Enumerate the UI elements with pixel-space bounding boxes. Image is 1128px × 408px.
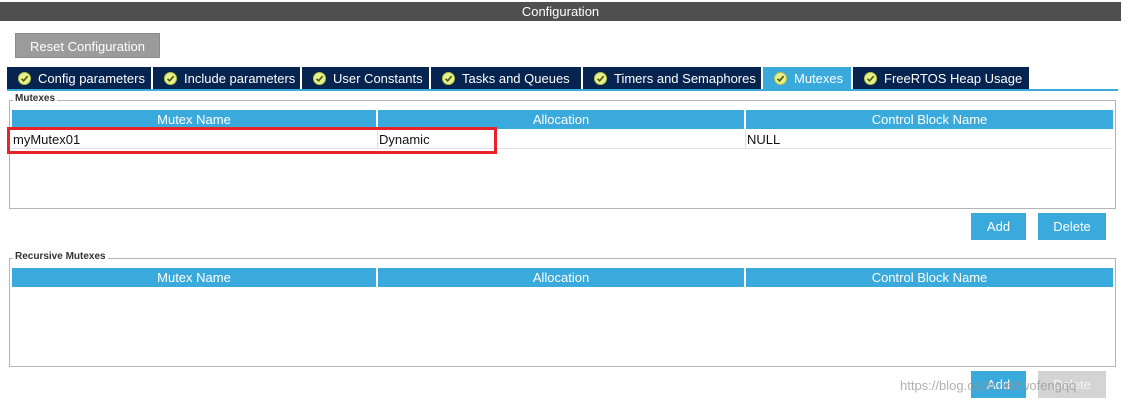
column-header-mutex-name[interactable]: Mutex Name — [12, 268, 378, 287]
tab-label: User Constants — [333, 70, 423, 86]
tab-label: Config parameters — [38, 70, 145, 86]
check-circle-icon — [594, 71, 607, 85]
mutexes-legend: Mutexes — [13, 93, 58, 104]
tab-label: FreeRTOS Heap Usage — [884, 70, 1023, 86]
check-circle-icon — [442, 71, 455, 85]
tab-timers-and-semaphores[interactable]: Timers and Semaphores — [583, 67, 761, 89]
tab-underline — [7, 89, 1118, 91]
column-header-allocation[interactable]: Allocation — [378, 268, 746, 287]
cell-control-block-name[interactable]: NULL — [746, 130, 1113, 149]
window-title: Configuration — [0, 2, 1121, 21]
tab-config-parameters[interactable]: Config parameters — [7, 67, 151, 89]
check-circle-icon — [18, 71, 31, 85]
recursive-mutexes-legend: Recursive Mutexes — [13, 251, 108, 262]
check-circle-icon — [774, 71, 787, 85]
check-circle-icon — [864, 71, 877, 85]
column-header-control-block-name[interactable]: Control Block Name — [746, 268, 1113, 287]
watermark-text: https://blog.csdn.net/wofengqq — [900, 378, 1077, 393]
mutex-add-button[interactable]: Add — [971, 213, 1026, 240]
tab-tasks-and-queues[interactable]: Tasks and Queues — [431, 67, 581, 89]
reset-configuration-button[interactable]: Reset Configuration — [15, 33, 160, 58]
tab-bar: Config parameters Include parameters Use… — [7, 67, 1031, 89]
check-circle-icon — [164, 71, 177, 85]
tab-user-constants[interactable]: User Constants — [302, 67, 429, 89]
tab-label: Tasks and Queues — [462, 70, 570, 86]
mutex-delete-button[interactable]: Delete — [1038, 213, 1106, 240]
tab-mutexes[interactable]: Mutexes — [763, 67, 851, 89]
column-header-control-block-name[interactable]: Control Block Name — [746, 110, 1113, 129]
recursive-mutexes-table-header: Mutex Name Allocation Control Block Name — [12, 268, 1113, 287]
tab-label: Include parameters — [184, 70, 296, 86]
check-circle-icon — [313, 71, 326, 85]
highlight-box — [7, 127, 497, 154]
tab-include-parameters[interactable]: Include parameters — [153, 67, 300, 89]
tab-label: Timers and Semaphores — [614, 70, 756, 86]
tab-freertos-heap-usage[interactable]: FreeRTOS Heap Usage — [853, 67, 1029, 89]
tab-label: Mutexes — [794, 70, 844, 86]
